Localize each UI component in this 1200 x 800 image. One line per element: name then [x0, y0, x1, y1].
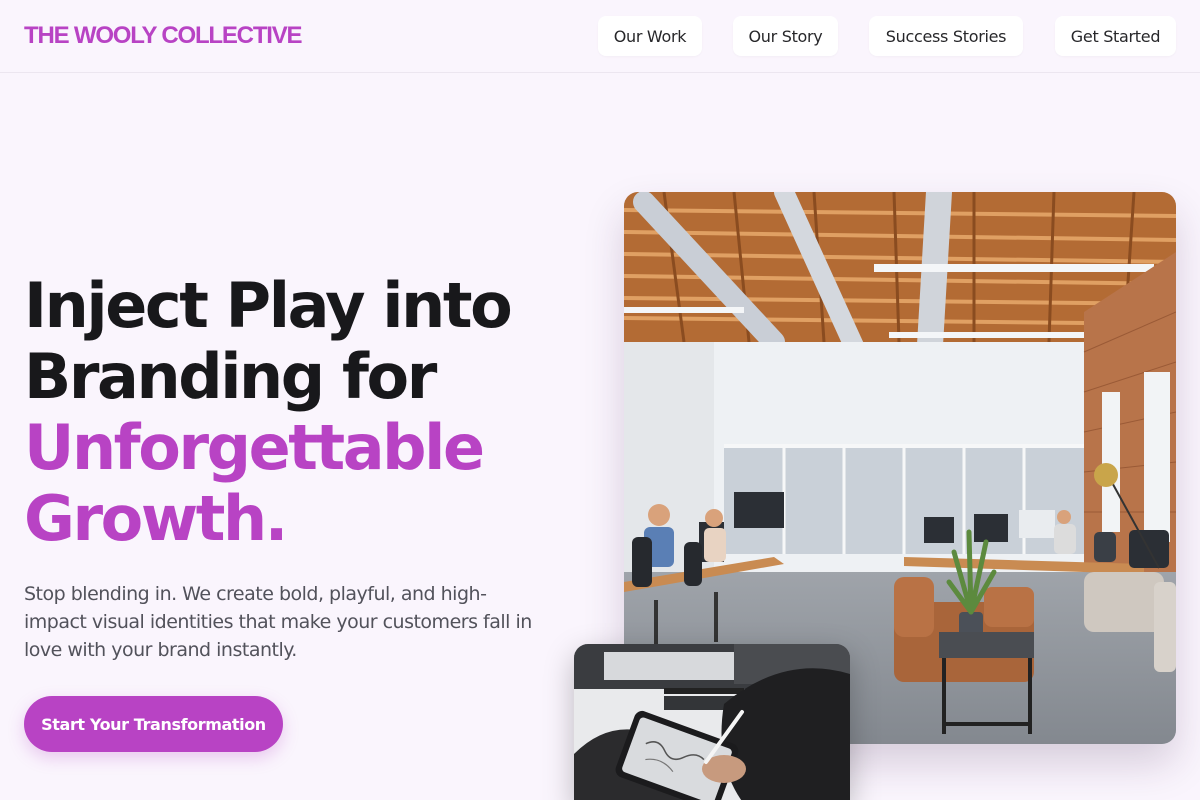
headline-accent-line-2: Growth.: [24, 482, 288, 555]
tablet-sketching-photo: [574, 644, 850, 800]
headline-accent-line-1: Unforgettable: [24, 411, 485, 484]
start-transformation-button[interactable]: Start Your Transformation: [24, 696, 283, 752]
nav-success-stories[interactable]: Success Stories: [869, 16, 1023, 56]
nav-our-story[interactable]: Our Story: [733, 16, 838, 56]
hero-subtext: Stop blending in. We create bold, playfu…: [24, 583, 532, 661]
headline-line-2: Branding for: [24, 340, 437, 413]
headline-line-1: Inject Play into: [24, 269, 513, 342]
nav-get-started[interactable]: Get Started: [1055, 16, 1176, 56]
hero-headline: Inject Play into Branding for Unforgetta…: [24, 270, 584, 554]
site-header: THE WOOLY COLLECTIVE Our Work Our Story …: [0, 0, 1200, 73]
brand-logo[interactable]: THE WOOLY COLLECTIVE: [24, 22, 303, 50]
nav-our-work[interactable]: Our Work: [598, 16, 702, 56]
